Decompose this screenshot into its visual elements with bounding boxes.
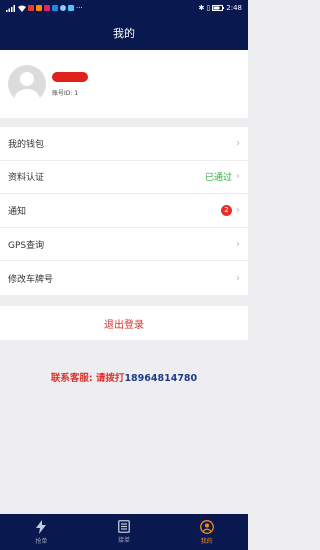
chevron-right-icon: › <box>236 204 240 216</box>
contact-support: 联系客服: 请拨打18964814780 <box>0 370 248 384</box>
contact-phone-link[interactable]: 18964814780 <box>124 373 197 384</box>
page-header: 我的 <box>0 16 248 50</box>
menu-item-notifications[interactable]: 通知 2 › <box>0 194 248 228</box>
contact-label: 联系客服: 请拨打 <box>50 373 125 384</box>
logout-label: 退出登录 <box>104 319 144 331</box>
battery-icon <box>212 5 225 11</box>
user-icon <box>199 519 214 534</box>
bluetooth-icon: ✱ <box>198 4 205 12</box>
tab-accept-order[interactable]: 接单 <box>83 514 166 550</box>
tab-label: 接单 <box>118 537 131 544</box>
app-icon-blue <box>52 5 58 11</box>
tab-label: 我的 <box>200 537 213 545</box>
app-icon-orange <box>36 5 42 11</box>
lightning-icon <box>36 519 47 534</box>
avatar-head-icon <box>20 72 34 86</box>
app-icon-pink <box>44 5 50 11</box>
status-bar: ··· ✱ ▯ 2:48 <box>0 0 248 16</box>
page-title: 我的 <box>113 27 135 40</box>
redacted-username <box>52 71 88 82</box>
menu-item-label: 资料认证 <box>8 173 45 184</box>
menu-item-label: 通知 <box>8 206 27 217</box>
chevron-right-icon: › <box>236 272 240 284</box>
status-time: 2:48 <box>226 4 242 12</box>
chevron-right-icon: › <box>236 238 240 250</box>
app-icon-lightblue <box>68 5 74 11</box>
avatar[interactable] <box>8 65 46 103</box>
account-id: 账号ID: 1 <box>52 89 79 97</box>
menu-item-verification[interactable]: 资料认证 已通过 › <box>0 161 248 195</box>
menu-list: 我的钱包 › 资料认证 已通过 › 通知 2 › GPS查询 › 修改车牌号 › <box>0 127 248 295</box>
signal-icon <box>6 4 15 12</box>
logout-button[interactable]: 退出登录 <box>0 306 248 340</box>
chevron-right-icon: › <box>236 171 240 183</box>
status-left: ··· <box>6 4 83 12</box>
tab-grab-order[interactable]: 抢单 <box>0 514 83 550</box>
wifi-icon <box>18 5 26 12</box>
menu-item-label: 修改车牌号 <box>8 274 54 285</box>
vibrate-icon: ▯ <box>206 4 211 12</box>
chevron-right-icon: › <box>236 137 240 149</box>
menu-item-wallet[interactable]: 我的钱包 › <box>0 127 248 161</box>
verification-status: 已通过 <box>204 173 232 184</box>
app-icon-red <box>28 5 34 11</box>
status-ellipsis: ··· <box>76 4 83 12</box>
notification-badge: 2 <box>221 204 232 216</box>
profile-text: 账号ID: 1 <box>52 71 88 97</box>
profile-card[interactable]: 账号ID: 1 <box>0 50 248 118</box>
status-right: ✱ ▯ 2:48 <box>199 4 242 12</box>
bottom-tab-bar: 抢单 接单 我的 <box>0 514 248 550</box>
list-icon <box>118 520 130 533</box>
cloud-icon <box>60 5 66 11</box>
menu-item-label: GPS查询 <box>8 240 45 251</box>
avatar-body-icon <box>14 89 40 103</box>
tab-label: 抢单 <box>35 537 48 545</box>
menu-item-label: 我的钱包 <box>8 139 45 150</box>
menu-item-gps[interactable]: GPS查询 › <box>0 228 248 262</box>
tab-mine[interactable]: 我的 <box>165 514 248 550</box>
menu-item-plate[interactable]: 修改车牌号 › <box>0 261 248 295</box>
